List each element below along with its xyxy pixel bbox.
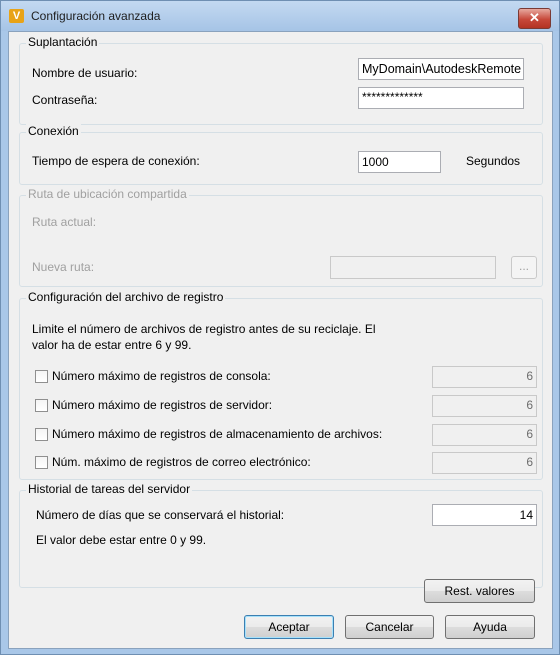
console-logs-checkbox[interactable] [35, 370, 48, 383]
window-title: Configuración avanzada [31, 9, 161, 23]
history-note: El valor debe estar entre 0 y 99. [36, 533, 207, 547]
accept-button[interactable]: Aceptar [244, 615, 334, 639]
reset-values-button[interactable]: Rest. valores [424, 579, 535, 603]
filestore-logs-field: 6 [432, 424, 537, 446]
password-field[interactable]: ************* [358, 87, 524, 109]
new-path-field [330, 256, 496, 279]
history-days-field[interactable]: 14 [432, 504, 537, 526]
log-description-line1: Limite el número de archivos de registro… [32, 322, 376, 336]
history-group-title: Historial de tareas del servidor [26, 482, 193, 496]
timeout-unit-label: Segundos [466, 154, 521, 168]
close-button[interactable]: ✕ [518, 8, 551, 29]
browse-button: ... [511, 256, 537, 279]
log-config-group-title: Configuración del archivo de registro [26, 290, 226, 304]
history-days-label: Número de días que se conservará el hist… [36, 508, 285, 522]
help-button[interactable]: Ayuda [445, 615, 535, 639]
cancel-button[interactable]: Cancelar [345, 615, 434, 639]
new-path-label: Nueva ruta: [32, 260, 95, 274]
timeout-field[interactable]: 1000 [358, 151, 441, 173]
dialog-window: V Configuración avanzada ✕ Suplantación … [0, 0, 560, 655]
dialog-body: Suplantación Nombre de usuario: MyDomain… [8, 31, 553, 649]
filestore-logs-label: Número máximo de registros de almacenami… [52, 427, 383, 441]
email-logs-label: Núm. máximo de registros de correo elect… [52, 455, 311, 469]
log-config-group: Configuración del archivo de registro Li… [19, 290, 543, 480]
current-path-label: Ruta actual: [32, 215, 97, 229]
server-logs-checkbox[interactable] [35, 399, 48, 412]
connection-group: Conexión Tiempo de espera de conexión: 1… [19, 124, 543, 185]
impersonation-group-title: Suplantación [26, 35, 100, 49]
console-logs-label: Número máximo de registros de consola: [52, 369, 271, 383]
server-logs-field: 6 [432, 395, 537, 417]
username-field[interactable]: MyDomain\AutodeskRemote [358, 58, 524, 80]
password-label: Contraseña: [32, 93, 98, 107]
server-logs-label: Número máximo de registros de servidor: [52, 398, 273, 412]
timeout-label: Tiempo de espera de conexión: [32, 154, 200, 168]
log-description-line2: valor ha de estar entre 6 y 99. [32, 338, 192, 352]
filestore-logs-checkbox[interactable] [35, 428, 48, 441]
impersonation-group: Suplantación Nombre de usuario: MyDomain… [19, 35, 543, 125]
title-bar[interactable]: V Configuración avanzada ✕ [1, 1, 559, 31]
email-logs-field: 6 [432, 452, 537, 474]
console-logs-field: 6 [432, 366, 537, 388]
shared-path-group: Ruta de ubicación compartida Ruta actual… [19, 187, 543, 287]
connection-group-title: Conexión [26, 124, 81, 138]
email-logs-checkbox[interactable] [35, 456, 48, 469]
app-logo-icon: V [9, 9, 24, 23]
username-label: Nombre de usuario: [32, 66, 138, 80]
close-icon: ✕ [529, 10, 540, 25]
shared-path-group-title: Ruta de ubicación compartida [26, 187, 189, 201]
history-group: Historial de tareas del servidor Número … [19, 482, 543, 588]
